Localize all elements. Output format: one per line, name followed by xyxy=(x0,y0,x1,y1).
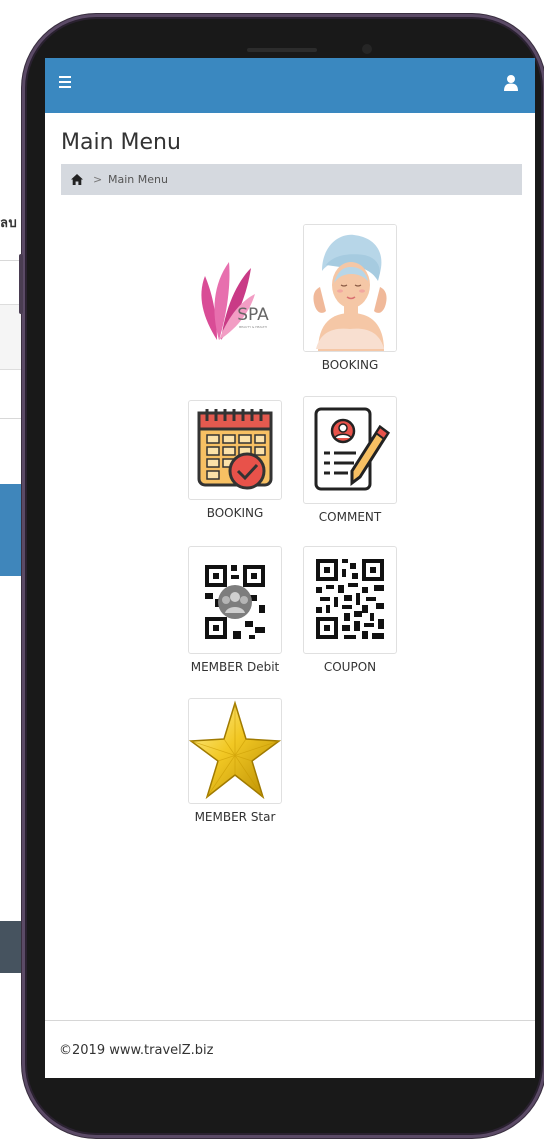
gold-star-icon xyxy=(189,700,281,800)
menu-tile-booking-calendar[interactable]: BOOKING xyxy=(187,400,283,520)
menu-tile-label: BOOKING xyxy=(321,358,379,372)
spa-logo-text: SPA xyxy=(237,305,269,325)
menu-tile-label: MEMBER Star xyxy=(194,810,276,824)
user-icon[interactable] xyxy=(503,74,521,94)
qr-coupon-icon xyxy=(316,559,384,639)
background-dark-block xyxy=(0,921,24,973)
page-title: Main Menu xyxy=(61,130,181,155)
menu-tile-member-debit[interactable]: MEMBER Debit xyxy=(187,546,283,674)
spa-towel-woman-icon xyxy=(304,225,396,351)
menu-tile-image xyxy=(188,698,282,804)
top-navbar xyxy=(45,58,535,113)
phone-side-button xyxy=(19,254,23,314)
menu-tile-image xyxy=(188,400,282,500)
menu-tile-comment[interactable]: COMMENT xyxy=(302,396,398,524)
menu-tile-image xyxy=(303,396,397,504)
spa-leaf-logo-icon: SPA BEAUTY & HEALTH xyxy=(201,262,269,340)
breadcrumb-current: Main Menu xyxy=(108,173,168,186)
background-blue-block xyxy=(0,484,24,576)
qr-member-icon xyxy=(205,565,265,639)
phone-camera xyxy=(362,44,372,54)
menu-tile-label: COUPON xyxy=(323,660,377,674)
menu-tile-image xyxy=(303,224,397,352)
hamburger-icon[interactable] xyxy=(59,76,73,92)
footer-copyright: ©2019 www.travelZ.biz xyxy=(59,1043,214,1058)
spa-logo: SPA BEAUTY & HEALTH xyxy=(185,228,285,346)
app-screen: Main Menu > Main Menu SPA BEAUTY & HEALT… xyxy=(45,58,535,1078)
menu-tile-label: MEMBER Debit xyxy=(190,660,280,674)
home-icon[interactable] xyxy=(71,174,83,185)
breadcrumb-separator: > xyxy=(93,173,103,186)
menu-tile-booking-spa[interactable]: BOOKING xyxy=(302,224,398,372)
menu-tile-image xyxy=(188,546,282,654)
menu-tile-label: COMMENT xyxy=(318,510,382,524)
breadcrumb: > Main Menu xyxy=(61,164,522,195)
phone-speaker xyxy=(247,48,317,52)
background-fragment-text: ลบ xyxy=(0,216,18,231)
calendar-check-icon xyxy=(197,409,273,490)
document-pen-icon xyxy=(314,407,391,491)
footer-divider xyxy=(45,1020,535,1021)
menu-tile-label: BOOKING xyxy=(206,506,264,520)
menu-tile-member-star[interactable]: MEMBER Star xyxy=(187,698,283,824)
spa-logo-tagline: BEAUTY & HEALTH xyxy=(239,325,267,329)
menu-tile-coupon[interactable]: COUPON xyxy=(302,546,398,674)
menu-tile-image xyxy=(303,546,397,654)
